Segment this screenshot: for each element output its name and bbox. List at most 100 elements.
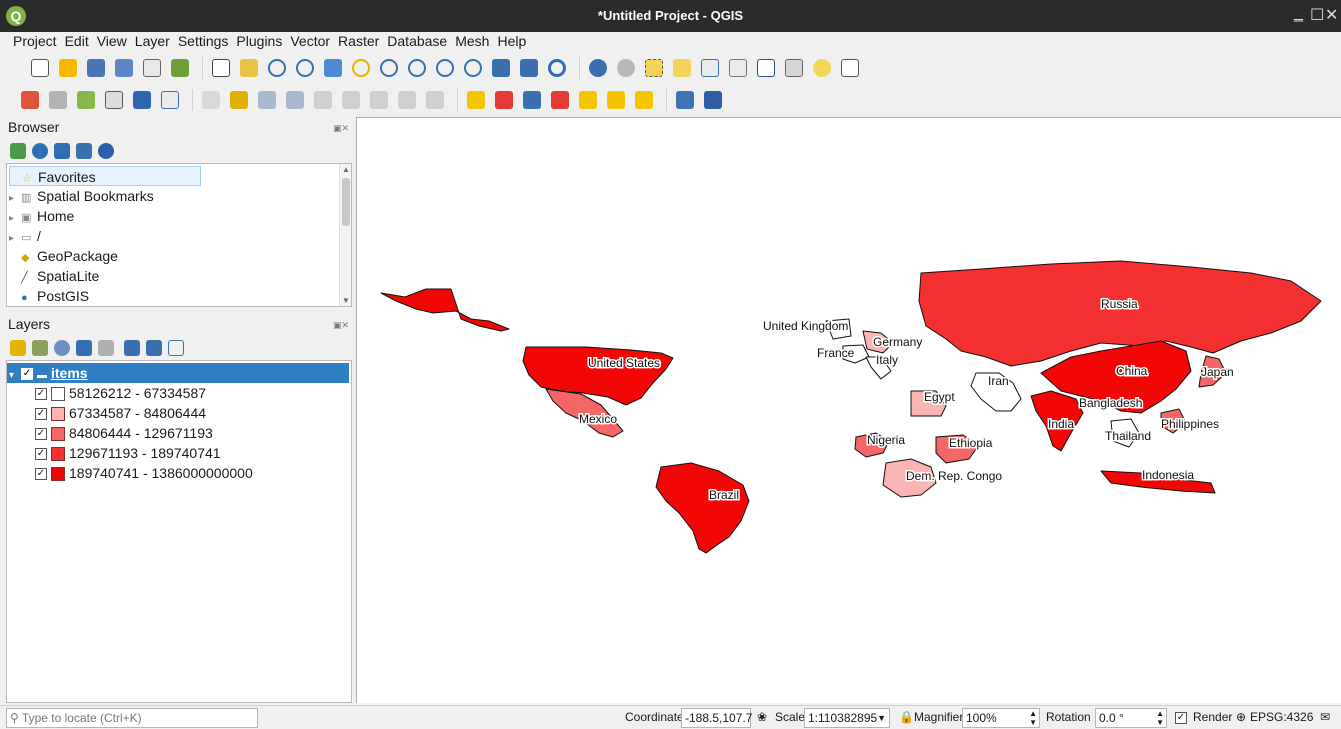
legend-checkbox[interactable]: ✓ bbox=[35, 428, 47, 441]
data-source-manager-icon[interactable] bbox=[18, 88, 42, 112]
browser-item-postgis[interactable]: ● PostGIS bbox=[9, 286, 89, 306]
redo-icon[interactable] bbox=[367, 88, 391, 112]
collapse-all-icon[interactable] bbox=[146, 340, 162, 356]
edit-pencil-icon[interactable] bbox=[102, 88, 126, 112]
style-layer-icon[interactable] bbox=[10, 340, 26, 356]
label-toolbar-icon[interactable] bbox=[395, 88, 419, 112]
legend-item[interactable]: ✓ 129671193 - 189740741 bbox=[35, 443, 221, 463]
print-layout-icon[interactable] bbox=[140, 56, 164, 80]
render-checkbox[interactable]: ✓ bbox=[1175, 710, 1190, 724]
zoom-full-icon[interactable] bbox=[321, 56, 345, 80]
panel-float-close-icon[interactable]: ▣✕ bbox=[333, 123, 349, 134]
action-icon[interactable] bbox=[614, 56, 638, 80]
menu-project[interactable]: Project bbox=[10, 32, 60, 52]
menu-mesh[interactable]: Mesh bbox=[452, 32, 492, 52]
new-bookmark-icon[interactable] bbox=[489, 56, 513, 80]
zoom-last-icon[interactable] bbox=[433, 56, 457, 80]
zoom-native-icon[interactable] bbox=[405, 56, 429, 80]
toggle-extents-icon[interactable]: ❀ bbox=[757, 710, 767, 724]
layer-item-items[interactable]: ▾ ✓ ▬ items bbox=[7, 363, 349, 383]
add-selected-icon[interactable] bbox=[10, 143, 26, 159]
legend-checkbox[interactable]: ✓ bbox=[35, 388, 47, 401]
pin-label-icon[interactable] bbox=[520, 88, 544, 112]
scroll-down-icon[interactable]: ▼ bbox=[340, 296, 352, 305]
remove-layer-icon[interactable] bbox=[168, 340, 184, 356]
scrollbar-thumb[interactable] bbox=[342, 178, 350, 226]
zoom-to-layer-icon[interactable] bbox=[377, 56, 401, 80]
menu-database[interactable]: Database bbox=[384, 32, 450, 52]
browser-item-favorites[interactable]: ☆ Favorites bbox=[9, 166, 201, 186]
style-manager-icon[interactable] bbox=[168, 56, 192, 80]
digitize-icon[interactable] bbox=[74, 88, 98, 112]
magnifier-spinbox[interactable]: 100% ▲ ▼ bbox=[962, 708, 1040, 728]
new-project-icon[interactable] bbox=[28, 56, 52, 80]
delete-selected-icon[interactable] bbox=[227, 88, 251, 112]
select-feature-icon[interactable] bbox=[642, 56, 666, 80]
deselect-icon[interactable] bbox=[670, 56, 694, 80]
legend-item[interactable]: ✓ 58126212 - 67334587 bbox=[35, 383, 206, 403]
info-icon[interactable] bbox=[98, 143, 114, 159]
filter-legend-icon[interactable] bbox=[76, 340, 92, 356]
spin-arrows-icon[interactable]: ▲ ▼ bbox=[1029, 709, 1037, 727]
crs-globe-icon[interactable]: ⊕ bbox=[1236, 710, 1246, 724]
spin-arrows-icon[interactable]: ▲ ▼ bbox=[1156, 709, 1164, 727]
browser-scrollbar[interactable]: ▲ ▼ bbox=[339, 164, 351, 306]
filter-icon[interactable] bbox=[54, 143, 70, 159]
browser-item-spatial-bookmarks[interactable]: ▸ ▥ Spatial Bookmarks bbox=[9, 186, 154, 206]
change-label-icon[interactable] bbox=[632, 88, 656, 112]
copy-features-icon[interactable] bbox=[283, 88, 307, 112]
browser-item-root[interactable]: ▸ ▭ / bbox=[9, 226, 41, 246]
statistics-icon[interactable] bbox=[754, 56, 778, 80]
coordinate-field[interactable]: -188.5,107.7 bbox=[681, 708, 752, 728]
layer-diagram-icon[interactable] bbox=[423, 88, 447, 112]
show-bookmarks-icon[interactable] bbox=[517, 56, 541, 80]
save-edits-icon[interactable] bbox=[158, 88, 182, 112]
close-button[interactable]: ✕ bbox=[1325, 5, 1338, 25]
zoom-in-icon[interactable] bbox=[265, 56, 289, 80]
zoom-out-icon[interactable] bbox=[293, 56, 317, 80]
collapse-all-icon[interactable] bbox=[76, 143, 92, 159]
attribute-table-icon[interactable] bbox=[698, 56, 722, 80]
zoom-next-icon[interactable] bbox=[461, 56, 485, 80]
highlight-pinned-icon[interactable] bbox=[464, 88, 488, 112]
menu-vector[interactable]: Vector bbox=[287, 32, 333, 52]
save-project-icon[interactable] bbox=[84, 56, 108, 80]
legend-checkbox[interactable]: ✓ bbox=[35, 448, 47, 461]
vertex-tool-icon[interactable] bbox=[199, 88, 223, 112]
pan-to-selection-icon[interactable] bbox=[237, 56, 261, 80]
legend-checkbox[interactable]: ✓ bbox=[35, 468, 47, 481]
menu-raster[interactable]: Raster bbox=[335, 32, 382, 52]
lock-icon[interactable]: 🔒 bbox=[899, 710, 914, 724]
scale-combobox[interactable]: 1:110382895 ▼ bbox=[804, 708, 890, 728]
text-annotation-icon[interactable] bbox=[838, 56, 862, 80]
chevron-down-icon[interactable]: ▾ bbox=[9, 366, 21, 386]
crs-button[interactable]: EPSG:4326 bbox=[1250, 710, 1313, 724]
save-as-icon[interactable] bbox=[112, 56, 136, 80]
menu-plugins[interactable]: Plugins bbox=[233, 32, 285, 52]
map-canvas[interactable]: Russia United Kingdom Germany France Ita… bbox=[356, 117, 1341, 703]
browser-item-spatialite[interactable]: ╱ SpatiaLite bbox=[9, 266, 99, 286]
legend-checkbox[interactable]: ✓ bbox=[35, 408, 47, 421]
scroll-up-icon[interactable]: ▲ bbox=[340, 165, 352, 174]
measure-icon[interactable] bbox=[782, 56, 806, 80]
refresh-icon[interactable] bbox=[32, 143, 48, 159]
cut-features-icon[interactable] bbox=[255, 88, 279, 112]
expand-all-icon[interactable] bbox=[124, 340, 140, 356]
toggle-editing-icon[interactable] bbox=[130, 88, 154, 112]
identify-icon[interactable] bbox=[586, 56, 610, 80]
paste-features-icon[interactable] bbox=[311, 88, 335, 112]
menu-edit[interactable]: Edit bbox=[62, 32, 92, 52]
label-icon[interactable] bbox=[492, 88, 516, 112]
menu-help[interactable]: Help bbox=[494, 32, 529, 52]
menu-view[interactable]: View bbox=[94, 32, 130, 52]
refresh-icon[interactable] bbox=[545, 56, 569, 80]
map-tips-icon[interactable] bbox=[810, 56, 834, 80]
zoom-to-selection-icon[interactable] bbox=[349, 56, 373, 80]
maximize-button[interactable]: ☐ bbox=[1310, 5, 1324, 25]
locator-search-input[interactable]: ⚲ Type to locate (Ctrl+K) bbox=[6, 708, 258, 728]
help-icon[interactable] bbox=[701, 88, 725, 112]
menu-layer[interactable]: Layer bbox=[132, 32, 173, 52]
add-group-icon[interactable] bbox=[32, 340, 48, 356]
manage-map-themes-icon[interactable] bbox=[54, 340, 70, 356]
legend-item[interactable]: ✓ 189740741 - 1386000000000 bbox=[35, 463, 253, 483]
